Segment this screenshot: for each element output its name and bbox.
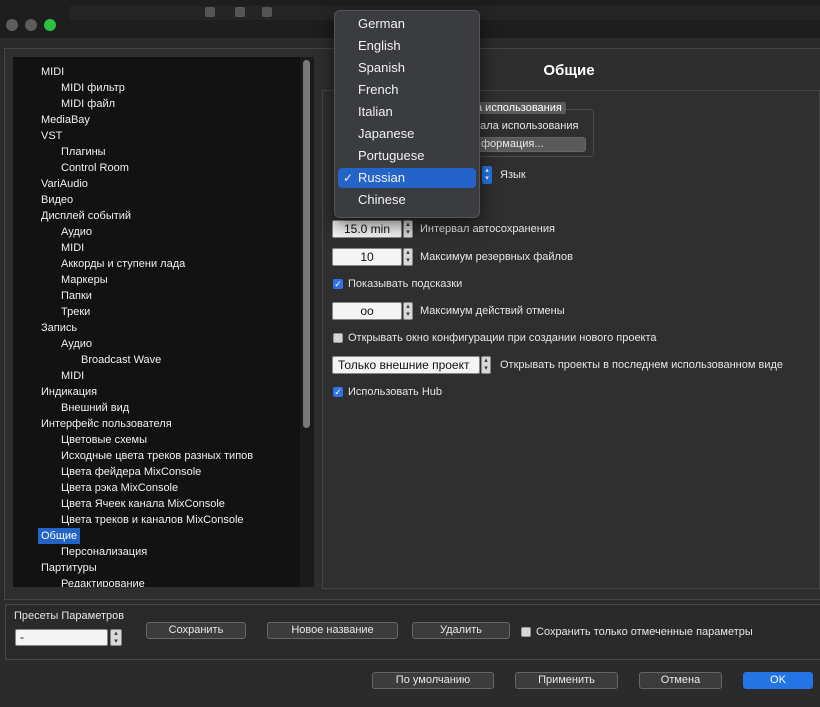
sidebar-item[interactable]: Маркеры xyxy=(58,272,111,288)
checkmark-icon: ✓ xyxy=(343,171,354,185)
open-config-label: Открывать окно конфигурации при создании… xyxy=(348,332,657,344)
language-option-label: Chinese xyxy=(358,192,406,207)
save-only-marked-label: Сохранить только отмеченные параметры xyxy=(536,626,753,638)
language-option-label: English xyxy=(358,38,401,53)
sidebar-item[interactable]: Control Room xyxy=(58,160,132,176)
sidebar-item[interactable]: MediaBay xyxy=(38,112,93,128)
sidebar-item[interactable]: Плагины xyxy=(58,144,109,160)
max-backups-field[interactable]: 10 xyxy=(332,248,402,266)
sidebar-item[interactable]: MIDI xyxy=(58,368,87,384)
preferences-tree[interactable]: MIDI MIDI фильтр MIDI файл MediaBay VST Плаги… xyxy=(13,57,300,587)
tree-scrollbar-thumb[interactable] xyxy=(303,60,310,428)
language-option[interactable]: Italian xyxy=(338,102,476,122)
show-tooltips-checkbox[interactable]: ✓ xyxy=(333,279,343,289)
use-hub-checkbox[interactable]: ✓ xyxy=(333,387,343,397)
save-only-marked-checkbox[interactable] xyxy=(521,627,531,637)
apply-button[interactable]: Применить xyxy=(515,672,618,689)
open-projects-label: Открывать проекты в последнем использова… xyxy=(500,359,784,371)
language-label: Язык xyxy=(500,169,526,181)
sidebar-item[interactable]: Аккорды и ступени лада xyxy=(58,256,188,272)
open-projects-select[interactable]: Только внешние проект xyxy=(332,356,480,374)
max-backups-label: Максимум резервных файлов xyxy=(420,251,574,263)
language-menu[interactable]: German English Spanish French Italian Japanes… xyxy=(334,10,480,218)
sidebar-item[interactable]: MIDI файл xyxy=(58,96,118,112)
max-undo-stepper[interactable]: ▴ ▾ xyxy=(403,302,413,320)
sidebar-item[interactable]: Broadcast Wave xyxy=(78,352,164,368)
sidebar-item[interactable]: Персонализация xyxy=(58,544,150,560)
sidebar-item[interactable]: Цвета рэка MixConsole xyxy=(58,480,181,496)
language-option[interactable]: English xyxy=(338,36,476,56)
zoom-window-button[interactable] xyxy=(44,19,56,31)
sidebar-item[interactable]: Редактирование xyxy=(58,576,148,587)
sidebar-item[interactable]: Папки xyxy=(58,288,95,304)
minimize-window-button[interactable] xyxy=(25,19,37,31)
language-option-label: French xyxy=(358,82,399,97)
sidebar-item[interactable]: Запись xyxy=(38,320,80,336)
language-popup-arrows[interactable]: ▴ ▾ xyxy=(482,166,492,184)
language-option-label: Italian xyxy=(358,104,393,119)
sidebar-item[interactable]: MIDI фильтр xyxy=(58,80,128,96)
sidebar-item[interactable]: Общие xyxy=(38,528,81,544)
close-window-button[interactable] xyxy=(6,19,18,31)
sidebar-item[interactable]: Партитуры xyxy=(38,560,100,576)
rename-preset-button[interactable]: Новое название xyxy=(267,622,398,639)
preset-select[interactable]: - xyxy=(15,629,108,646)
language-option[interactable]: German xyxy=(338,14,476,34)
background-icon xyxy=(262,7,272,17)
sidebar-item[interactable]: Внешний вид xyxy=(58,400,132,416)
open-config-checkbox[interactable] xyxy=(333,333,343,343)
use-hub-label: Использовать Hub xyxy=(348,386,443,398)
usage-info-button[interactable]: формация... xyxy=(474,137,586,152)
usage-group-text: нала использования xyxy=(474,120,579,132)
sidebar-item[interactable]: Аудио xyxy=(58,224,95,240)
sidebar-item[interactable]: Цвета треков и каналов MixConsole xyxy=(58,512,247,528)
delete-preset-button[interactable]: Удалить xyxy=(412,622,510,639)
defaults-button[interactable]: По умолчанию xyxy=(372,672,494,689)
language-option[interactable]: ✓ Russian xyxy=(338,168,476,188)
open-projects-arrows[interactable]: ▴ ▾ xyxy=(481,356,491,374)
sidebar-item[interactable]: VariAudio xyxy=(38,176,91,192)
sidebar-item[interactable]: MIDI xyxy=(38,64,67,80)
language-option[interactable]: French xyxy=(338,80,476,100)
sidebar-item[interactable]: Цвета фейдера MixConsole xyxy=(58,464,204,480)
language-option-label: Russian xyxy=(358,170,405,185)
save-preset-button[interactable]: Сохранить xyxy=(146,622,246,639)
language-option[interactable]: Spanish xyxy=(338,58,476,78)
sidebar-item[interactable]: Исходные цвета треков разных типов xyxy=(58,448,256,464)
autosave-label: Интервал автосохранения xyxy=(420,223,555,235)
cancel-button[interactable]: Отмена xyxy=(639,672,722,689)
sidebar-item[interactable]: Видео xyxy=(38,192,76,208)
sidebar-item[interactable]: Цвета Ячеек канала MixConsole xyxy=(58,496,228,512)
sidebar-item[interactable]: VST xyxy=(38,128,65,144)
background-icon xyxy=(235,7,245,17)
language-option-label: Spanish xyxy=(358,60,405,75)
language-option-label: Japanese xyxy=(358,126,415,141)
background-icon xyxy=(205,7,215,17)
language-option-label: German xyxy=(358,16,405,31)
preset-select-arrows[interactable]: ▴ ▾ xyxy=(110,629,122,646)
sidebar-item[interactable]: Дисплей событий xyxy=(38,208,134,224)
show-tooltips-label: Показывать подсказки xyxy=(348,278,463,290)
autosave-stepper[interactable]: ▴ ▾ xyxy=(403,220,413,238)
sidebar-item[interactable]: Интерфейс пользователя xyxy=(38,416,175,432)
sidebar-item[interactable]: Цветовые схемы xyxy=(58,432,150,448)
language-option[interactable]: Japanese xyxy=(338,124,476,144)
language-option[interactable]: Chinese xyxy=(338,190,476,210)
max-undo-label: Максимум действий отмены xyxy=(420,305,565,317)
max-undo-field[interactable]: oo xyxy=(332,302,402,320)
autosave-interval-field[interactable]: 15.0 min xyxy=(332,220,402,238)
sidebar-item[interactable]: Треки xyxy=(58,304,93,320)
presets-title: Пресеты Параметров xyxy=(14,610,125,622)
max-backups-stepper[interactable]: ▴ ▾ xyxy=(403,248,413,266)
usage-group-label: а использования xyxy=(472,102,566,114)
sidebar-item[interactable]: Индикация xyxy=(38,384,100,400)
language-option-label: Portuguese xyxy=(358,148,425,163)
sidebar-item[interactable]: MIDI xyxy=(58,240,87,256)
language-option[interactable]: Portuguese xyxy=(338,146,476,166)
ok-button[interactable]: OK xyxy=(743,672,813,689)
sidebar-item[interactable]: Аудио xyxy=(58,336,95,352)
